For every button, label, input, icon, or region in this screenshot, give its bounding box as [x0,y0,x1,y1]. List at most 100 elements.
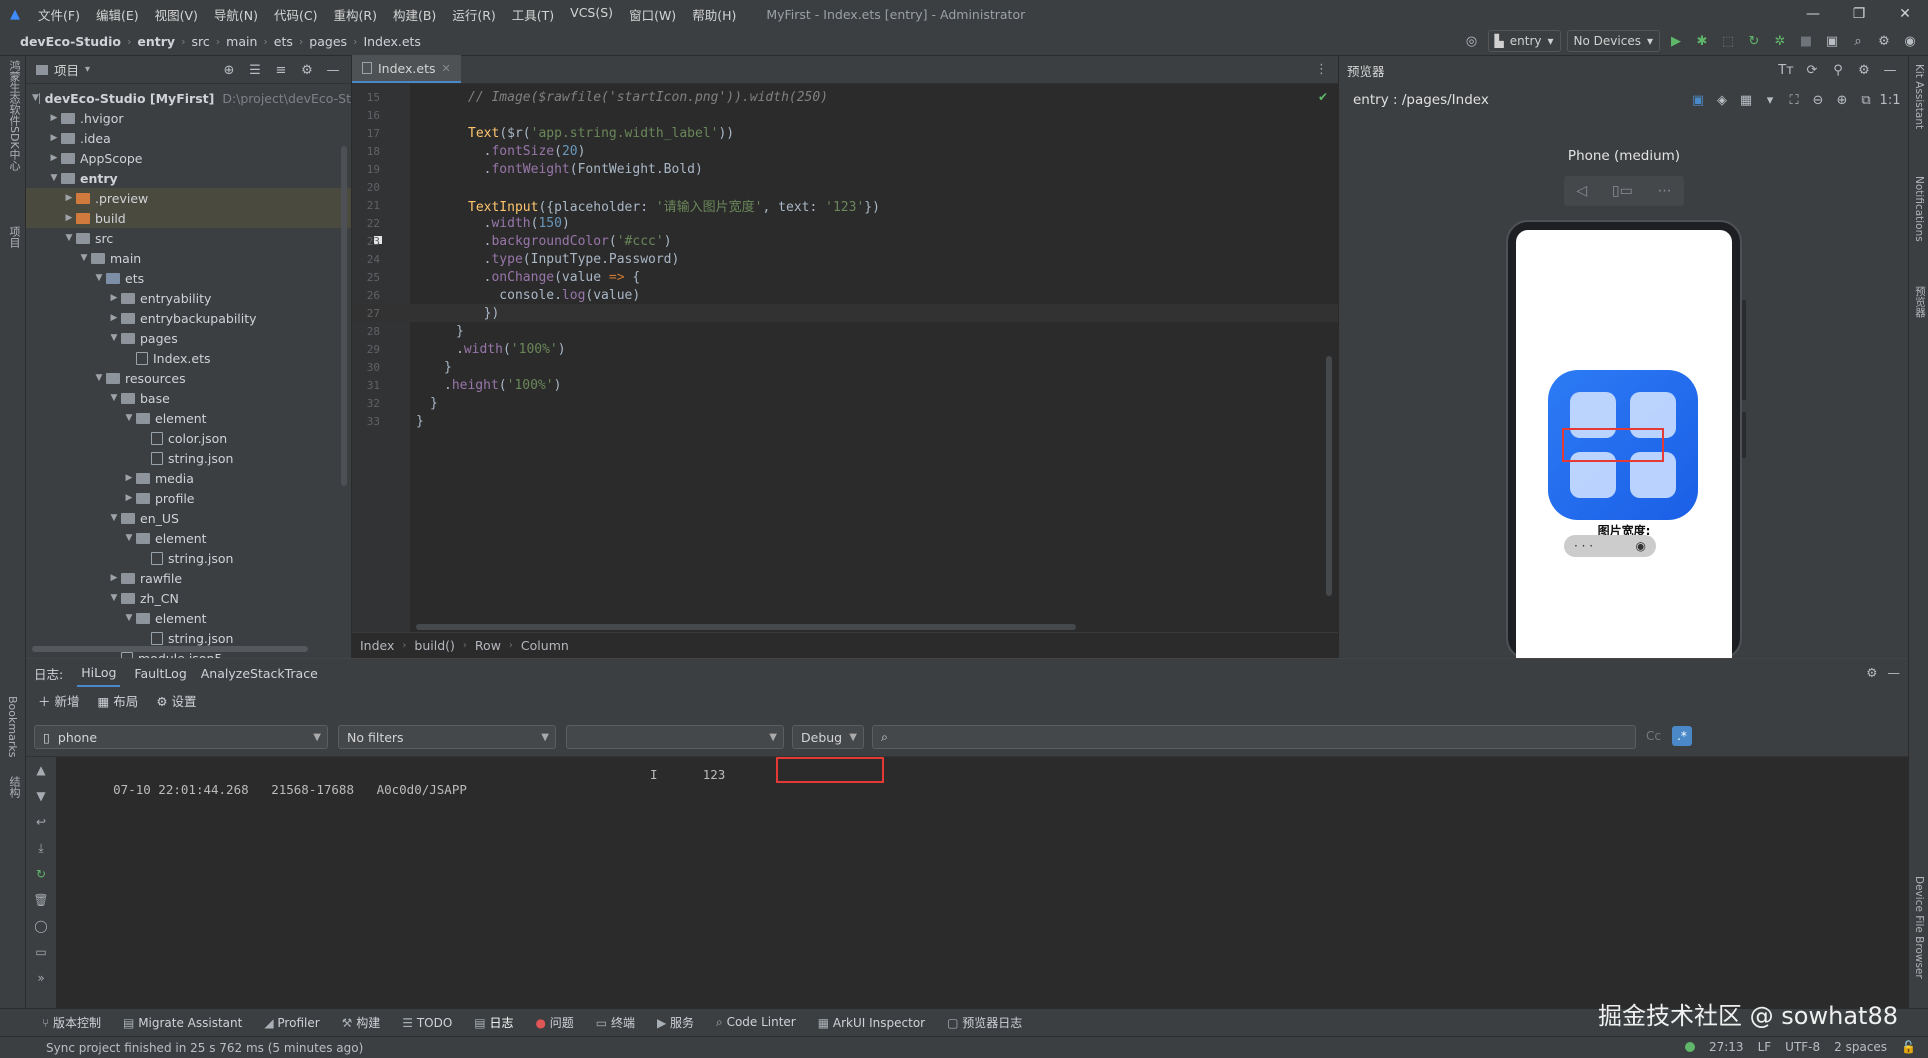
chevron-down-icon[interactable]: ▼ [62,233,76,243]
rotate-icon[interactable]: ▯▭ [1612,183,1633,199]
chevron-right-icon[interactable]: ▶ [107,293,121,303]
chevron-right-icon[interactable]: ▶ [47,113,61,123]
soft-wrap-icon[interactable]: ↩ [26,809,56,835]
code-line[interactable]: 21 TextInput({placeholder: '请输入图片宽度', tex… [352,196,1338,215]
zoom-out-icon[interactable]: ⊖ [1808,90,1828,110]
one-to-one-icon[interactable]: 1:1 [1880,90,1901,110]
chevron-down-icon[interactable]: ▼ [107,513,121,523]
tree-item[interactable]: ▼ main [26,248,351,268]
bottom-tool-item[interactable]: ▭ 终端 [596,1014,635,1031]
notifications-tab[interactable]: Notifications [1913,176,1925,242]
tree-item[interactable]: ▶ .idea [26,128,351,148]
menu-item[interactable]: 导航(N) [206,5,266,24]
debug-icon[interactable]: ✱ [1692,31,1712,51]
close-icon[interactable]: ✕ [1882,0,1928,28]
chevron-down-icon[interactable]: ▾ [85,64,90,75]
bottom-tool-item[interactable]: ⌕ Code Linter [716,1015,796,1030]
breadcrumb-item[interactable]: ets [274,34,293,49]
process-filter-select[interactable]: No filters ▼ [338,725,556,749]
chevron-right-icon[interactable]: ▶ [62,193,76,203]
tree-item[interactable]: ▶ rawfile [26,568,351,588]
search-icon[interactable]: ⌕ [1848,31,1868,51]
tag-filter-select[interactable]: ▼ [566,725,784,749]
stop-icon[interactable]: ■ [1796,31,1816,51]
layers-icon[interactable]: ◈ [1712,90,1732,110]
code-line[interactable]: 16 [352,106,1338,124]
previewer-tab[interactable]: 预览器 [1913,286,1928,318]
breadcrumb-item[interactable]: devEco-Studio [20,34,121,49]
code-line[interactable]: 26 console.log(value) [352,286,1338,304]
add-log-button[interactable]: ＋ 新增 [38,691,80,710]
save-log-icon[interactable]: ▭ [26,939,56,965]
code-line[interactable]: 22 .width(150) [352,214,1338,232]
tree-item[interactable]: string.json [26,548,351,568]
filter-icon[interactable]: ⚲ [1828,60,1848,80]
tree-item[interactable]: ▼ zh_CN [26,588,351,608]
refresh-icon[interactable]: ⟳ [1802,60,1822,80]
tree-item[interactable]: string.json [26,448,351,468]
device-select[interactable]: No Devices ▾ [1566,30,1660,52]
tree-item[interactable]: ▼ src [26,228,351,248]
tree-item[interactable]: Index.ets [26,348,351,368]
menu-item[interactable]: 构建(B) [385,5,444,24]
code-breadcrumb-item[interactable]: Index [360,638,394,653]
more-icon[interactable]: » [26,965,56,991]
bottom-tool-item[interactable]: ▦ ArkUI Inspector [818,1016,925,1030]
bottom-tool-item[interactable]: ▤ Migrate Assistant [123,1016,242,1030]
code-line[interactable]: 31 .height('100%') [352,376,1338,394]
tree-item[interactable]: ▶ .hvigor [26,108,351,128]
code-line[interactable]: 20 [352,178,1338,196]
log-level-select[interactable]: Debug ▼ [792,725,864,749]
kit-assistant-tab[interactable]: Kit Assistant [1913,64,1925,129]
chevron-right-icon[interactable]: ▶ [122,493,136,503]
indent-setting[interactable]: 2 spaces [1834,1040,1887,1054]
code-line[interactable]: 15 // Image($rawfile('startIcon.png')).wi… [352,88,1338,106]
structure-tab[interactable]: 结构 [6,776,22,798]
code-line[interactable]: 17 Text($r('app.string.width_label')) [352,124,1338,142]
menu-item[interactable]: VCS(S) [562,5,621,24]
tree-item[interactable]: ▼ ets [26,268,351,288]
bottom-tool-item[interactable]: ◢ Profiler [264,1016,319,1030]
breadcrumb-item[interactable]: main [226,34,257,49]
chevron-down-icon[interactable]: ▼ [77,253,91,263]
bottom-tool-item[interactable]: ⚒ 构建 [342,1014,381,1031]
code-line[interactable]: 18 .fontSize(20) [352,142,1338,160]
bottom-tool-item[interactable]: ☰ TODO [402,1016,452,1030]
tab-faultlog[interactable]: FaultLog [134,666,186,681]
code-line[interactable]: 25 .onChange(value => { [352,268,1338,286]
device-file-browser-tab[interactable]: Device File Browser [1913,876,1925,979]
code-line[interactable]: 27 }) [352,304,1338,322]
tree-horizontal-scrollbar[interactable] [32,646,308,652]
project-tool-tab[interactable]: 项目 [6,226,22,248]
zoom-in-icon[interactable]: ⊕ [1832,90,1852,110]
breadcrumb-item[interactable]: pages [309,34,347,49]
scroll-down-icon[interactable]: ▼ [26,783,56,809]
tree-item[interactable]: ▼ base [26,388,351,408]
restore-icon[interactable]: ❐ [1836,0,1882,28]
chevron-right-icon[interactable]: ▶ [107,573,121,583]
gear-icon[interactable]: ⚙ [1854,60,1874,80]
log-output[interactable]: 07-10 22:01:44.268 21568-17688 A0c0d0/JS… [56,757,1908,1007]
restart-icon[interactable]: ↻ [26,861,56,887]
device-manager-icon[interactable]: ▣ [1822,31,1842,51]
profiler-run-icon[interactable]: ✲ [1770,31,1790,51]
chevron-down-icon[interactable]: ▼ [122,533,136,543]
chevron-right-icon[interactable]: ▶ [47,133,61,143]
tab-analyze-stack-trace[interactable]: AnalyzeStackTrace [201,666,318,681]
menu-item[interactable]: 文件(F) [30,5,88,24]
menu-item[interactable]: 代码(C) [266,5,325,24]
locate-icon[interactable]: ⊕ [219,60,239,80]
password-input[interactable]: · · · ◉ [1564,535,1656,557]
hide-icon[interactable]: — [1880,60,1900,80]
more-icon[interactable]: ⋯ [1658,183,1672,199]
scroll-up-icon[interactable]: ▲ [26,757,56,783]
crop-icon[interactable]: ⧉ [1856,90,1876,110]
code-breadcrumb-item[interactable]: Row [475,638,501,653]
pause-icon[interactable]: ◯ [26,913,56,939]
layout-button[interactable]: ▦ 布局 [98,691,139,710]
close-tab-icon[interactable]: ✕ [442,62,451,75]
lock-icon[interactable]: 🔓 [1901,1040,1916,1054]
inspector-icon[interactable]: ▣ [1688,90,1708,110]
code-line[interactable]: 32} [352,394,1338,412]
tree-item[interactable]: ▶ media [26,468,351,488]
